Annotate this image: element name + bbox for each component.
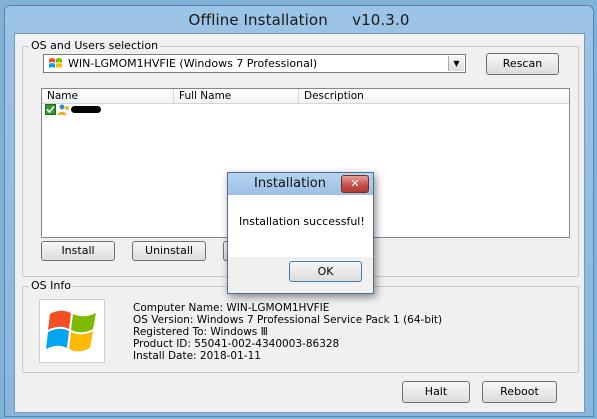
user-icon xyxy=(57,104,70,118)
dialog-body: Installation successful! xyxy=(228,195,373,257)
column-header-description[interactable]: Description xyxy=(299,89,569,103)
os-users-group-label: OS and Users selection xyxy=(29,39,161,52)
reboot-button[interactable]: Reboot xyxy=(482,381,557,403)
rescan-button[interactable]: Rescan xyxy=(486,53,559,75)
uninstall-button[interactable]: Uninstall xyxy=(132,241,206,261)
dialog-title-bar: Installation ✕ xyxy=(228,173,373,195)
ok-button[interactable]: OK xyxy=(289,261,362,282)
chevron-down-icon[interactable]: ▼ xyxy=(448,56,464,71)
windows-logo-icon xyxy=(39,299,105,363)
os-version: OS Version: Windows 7 Professional Servi… xyxy=(133,314,443,326)
list-item[interactable] xyxy=(45,104,165,116)
product-id: Product ID: 55041-002-4340003-86328 xyxy=(133,338,340,350)
checkbox-checked-icon[interactable] xyxy=(45,104,56,118)
os-select[interactable]: WIN-LGMOM1HVFIE (Windows 7 Professional)… xyxy=(43,54,466,73)
windows-flag-icon xyxy=(48,57,63,73)
os-info-group: OS Info xyxy=(22,279,579,373)
column-header-full-name[interactable]: Full Name xyxy=(174,89,299,103)
column-header-name[interactable]: Name xyxy=(42,89,174,103)
close-icon[interactable]: ✕ xyxy=(341,175,369,193)
title-bar: Offline Installation v10.3.0 xyxy=(5,6,593,34)
installation-dialog: Installation ✕ Installation successful! … xyxy=(227,172,374,294)
redaction-mark xyxy=(71,106,101,113)
dialog-message: Installation successful! xyxy=(239,215,365,228)
dialog-title: Installation xyxy=(254,176,327,191)
install-date: Install Date: 2018-01-11 xyxy=(133,350,261,362)
window-title: Offline Installation xyxy=(188,11,328,29)
registered-to: Registered To: Windows Ⅲ xyxy=(133,326,268,338)
os-info-group-label: OS Info xyxy=(29,279,73,292)
install-button[interactable]: Install xyxy=(41,241,115,261)
os-select-value: WIN-LGMOM1HVFIE (Windows 7 Professional) xyxy=(68,57,318,70)
window-version: v10.3.0 xyxy=(352,11,410,29)
computer-name: Computer Name: WIN-LGMOM1HVFIE xyxy=(133,302,330,314)
user-list-header: Name Full Name Description xyxy=(42,89,569,104)
halt-button[interactable]: Halt xyxy=(402,381,470,403)
